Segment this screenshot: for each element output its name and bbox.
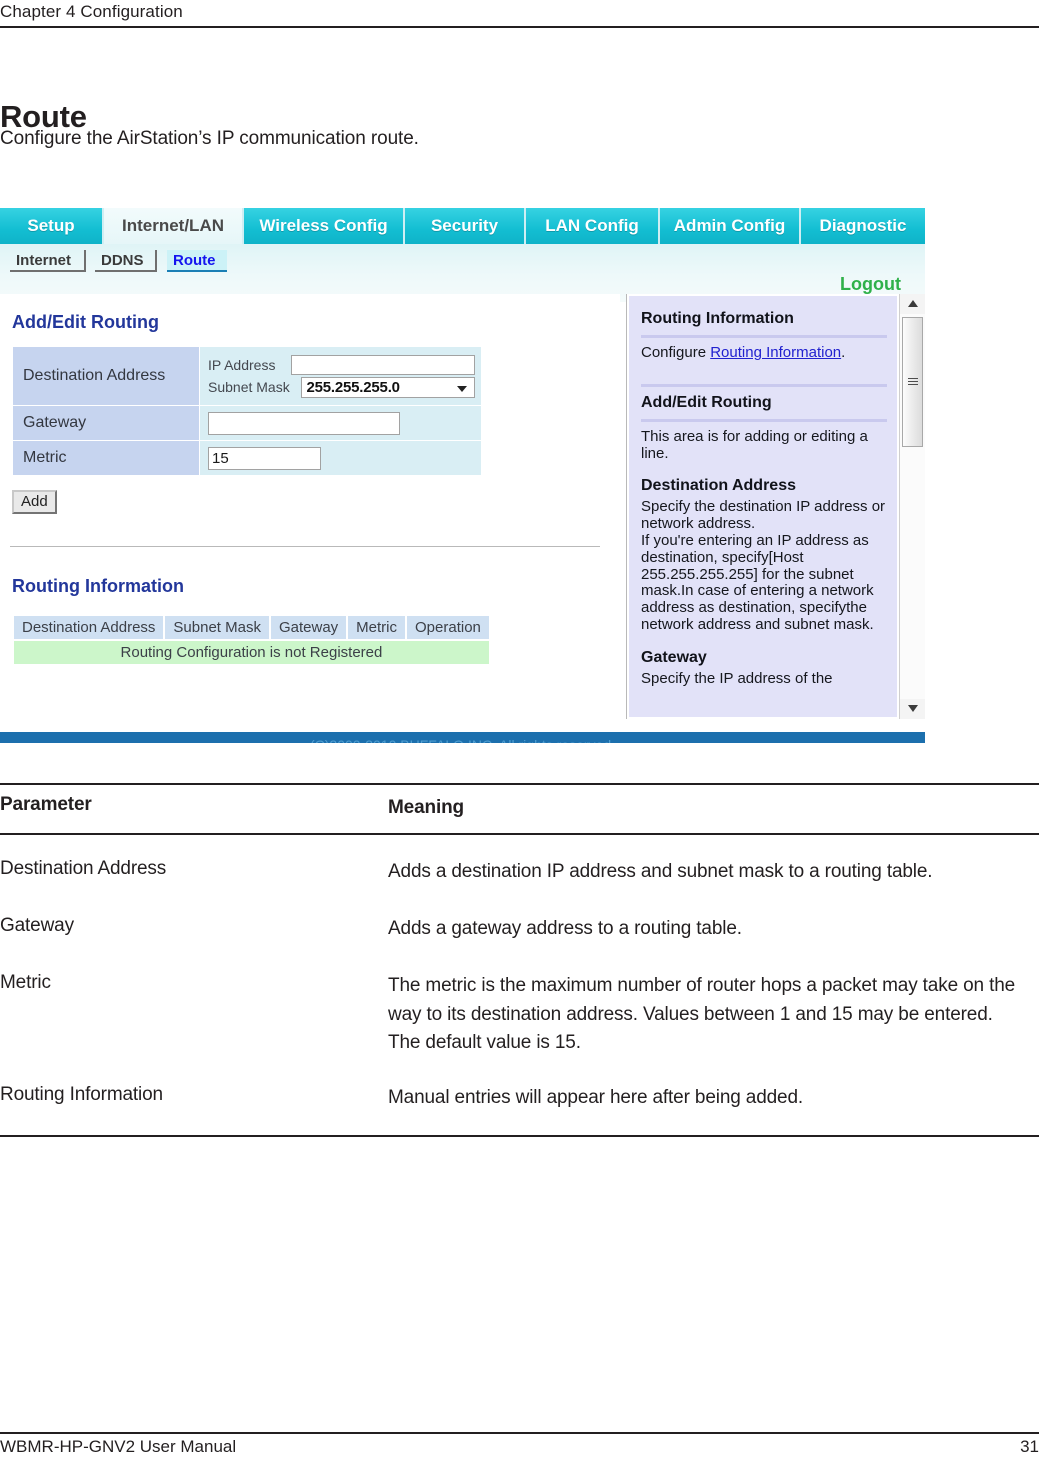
help-heading-destination-address: Destination Address — [641, 477, 796, 495]
col-subnet-mask: Subnet Mask — [165, 616, 269, 639]
help-divider — [641, 335, 887, 338]
help-heading-routing-information: Routing Information — [641, 310, 794, 327]
empty-state-message: Routing Configuration is not Registered — [14, 641, 489, 664]
table-row: Gateway Adds a gateway address to a rout… — [0, 887, 1039, 944]
label-gateway: Gateway — [12, 405, 200, 441]
row-parameter: Destination Address — [0, 857, 167, 879]
help-heading-add-edit-routing: Add/Edit Routing — [641, 393, 772, 411]
help-panel-scrollbar[interactable] — [899, 294, 925, 719]
table-row: Routing Information Manual entries will … — [0, 1058, 1039, 1113]
parameter-meaning-table: Parameter Meaning Destination Address Ad… — [0, 783, 1039, 1138]
add-edit-routing-heading: Add/Edit Routing — [12, 312, 159, 332]
footer-manual-name: WBMR-HP-GNV2 User Manual — [0, 1437, 237, 1456]
tab-internet-lan[interactable]: Internet/LAN — [104, 208, 244, 244]
subnet-mask-field-row: Subnet Mask 255.255.255.0 — [208, 376, 475, 398]
routing-information-link[interactable]: Routing Information — [710, 344, 841, 361]
help-text-suffix: . — [841, 344, 846, 361]
row-parameter: Gateway — [0, 914, 74, 936]
row-meaning: Manual entries will appear here after be… — [388, 1087, 803, 1109]
label-subnet-mask: Subnet Mask — [208, 379, 290, 395]
form-row-gateway: Gateway — [12, 405, 482, 441]
scrollbar-thumb[interactable] — [902, 317, 923, 447]
gateway-input[interactable] — [208, 411, 400, 435]
tab-wireless-config[interactable]: Wireless Config — [244, 208, 405, 244]
footer-page-number: 31 — [1020, 1437, 1039, 1456]
help-divider — [641, 383, 887, 387]
ip-address-field-row: IP Address — [208, 354, 475, 375]
router-ui-screenshot: Setup Internet/LAN Wireless Config Secur… — [0, 208, 925, 743]
tab-lan-config[interactable]: LAN Config — [526, 208, 660, 244]
subtab-route[interactable]: Route — [167, 250, 227, 272]
router-page-body: Add/Edit Routing Destination Address IP … — [0, 294, 925, 719]
subnet-mask-selected-value: 255.255.255.0 — [306, 378, 400, 396]
triangle-down-icon — [908, 705, 918, 712]
form-row-metric: Metric — [12, 440, 482, 476]
copyright-bar: (C)2000-2010 BUFFALO INC. All rights res… — [0, 732, 925, 743]
routing-information-heading: Routing Information — [12, 576, 184, 596]
destination-address-fields: IP Address Subnet Mask 255.255.255.0 — [199, 346, 482, 406]
help-text-destination-address: Specify the destination IP address or ne… — [641, 498, 886, 633]
subnet-mask-select[interactable]: 255.255.255.0 — [301, 376, 475, 398]
primary-tab-bar: Setup Internet/LAN Wireless Config Secur… — [0, 208, 925, 244]
running-head: Chapter 4 Configuration — [0, 2, 183, 21]
help-spacer — [641, 634, 887, 643]
label-metric: Metric — [12, 440, 200, 476]
row-parameter: Metric — [0, 971, 51, 993]
row-meaning: The metric is the maximum number of rout… — [388, 974, 1016, 1054]
tab-diagnostic[interactable]: Diagnostic — [801, 208, 925, 244]
help-spacer — [641, 462, 887, 471]
form-row-destination-address: Destination Address IP Address Subnet Ma… — [12, 346, 482, 406]
table-row: Destination Address Adds a destination I… — [0, 835, 1039, 887]
subtab-internet[interactable]: Internet — [10, 250, 86, 272]
col-parameter: Parameter — [0, 794, 92, 815]
help-text-configure: Configure Routing Information. — [641, 344, 887, 362]
chevron-down-icon — [457, 385, 467, 392]
col-destination-address: Destination Address — [14, 616, 164, 639]
label-ip-address: IP Address — [208, 356, 276, 373]
help-panel: Routing Information Configure Routing In… — [626, 294, 925, 719]
section-divider — [10, 546, 600, 547]
routing-information-table: Destination Address Subnet Mask Gateway … — [12, 614, 491, 666]
table-row: Metric The metric is the maximum number … — [0, 944, 1039, 1059]
row-meaning: Adds a gateway address to a routing tabl… — [388, 917, 742, 939]
add-edit-routing-form: Destination Address IP Address Subnet Ma… — [12, 346, 482, 476]
col-gateway: Gateway — [270, 616, 347, 639]
page-subtitle: Configure the AirStation’s IP communicat… — [0, 128, 419, 149]
triangle-up-icon — [908, 300, 918, 307]
gateway-field-cell — [199, 405, 482, 441]
header-rule — [0, 26, 1039, 28]
col-metric: Metric — [348, 616, 406, 639]
help-panel-content: Routing Information Configure Routing In… — [629, 296, 897, 717]
metric-input[interactable] — [208, 446, 321, 470]
help-text-prefix: Configure — [641, 344, 711, 361]
subtab-ddns[interactable]: DDNS — [95, 250, 157, 272]
ip-address-input[interactable] — [291, 354, 475, 375]
label-destination-address: Destination Address — [12, 346, 200, 406]
scroll-up-button[interactable] — [900, 294, 925, 314]
table-row: Routing Configuration is not Registered — [14, 641, 489, 664]
help-text-gateway: Specify the IP address of the — [641, 669, 833, 687]
add-button[interactable]: Add — [12, 490, 57, 514]
table-bottom-rule — [0, 1135, 1039, 1138]
tab-setup[interactable]: Setup — [0, 208, 104, 244]
settings-column: Add/Edit Routing Destination Address IP … — [0, 294, 620, 719]
help-heading-gateway: Gateway — [641, 648, 707, 666]
table-header-row: Destination Address Subnet Mask Gateway … — [14, 616, 489, 639]
tab-security[interactable]: Security — [405, 208, 526, 244]
grip-icon — [908, 378, 918, 387]
col-operation: Operation — [407, 616, 489, 639]
metric-field-cell — [199, 440, 482, 476]
footer-rule — [0, 1432, 1039, 1434]
tab-admin-config[interactable]: Admin Config — [660, 208, 801, 244]
help-text-add-edit: This area is for adding or editing a lin… — [641, 427, 868, 462]
help-divider — [641, 418, 887, 422]
row-parameter: Routing Information — [0, 1084, 163, 1106]
row-meaning: Adds a destination IP address and subnet… — [388, 860, 933, 882]
logout-link[interactable]: Logout — [840, 274, 901, 295]
col-meaning: Meaning — [388, 797, 465, 818]
table-header-row: Parameter Meaning — [0, 785, 1039, 833]
scroll-down-button[interactable] — [900, 699, 925, 719]
